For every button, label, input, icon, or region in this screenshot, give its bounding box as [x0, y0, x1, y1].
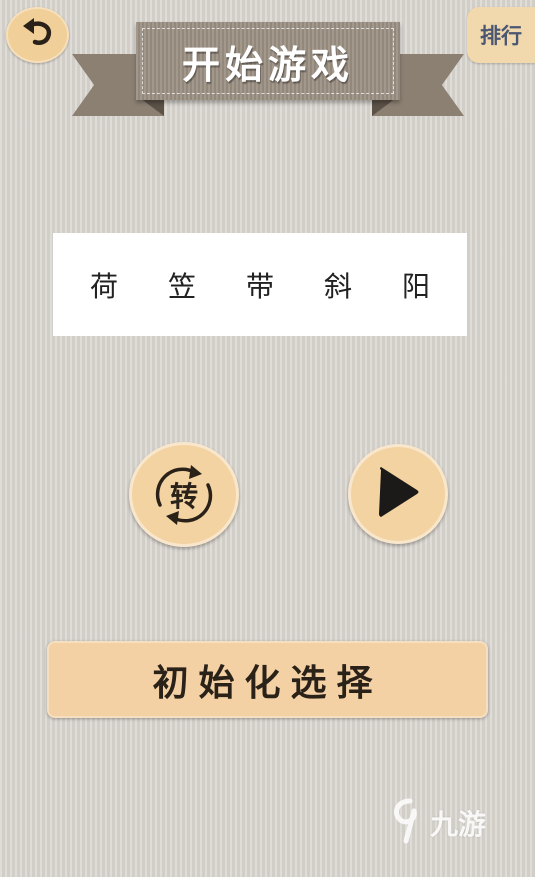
banner-plate: 开始游戏	[136, 22, 400, 100]
word-character[interactable]: 笠	[168, 265, 196, 305]
page-title: 开始游戏	[181, 42, 354, 87]
ranking-button[interactable]: 排行	[467, 7, 535, 63]
word-character[interactable]: 荷	[90, 265, 118, 305]
watermark-text: 九游	[430, 808, 487, 841]
back-arrow-icon	[20, 17, 56, 53]
watermark: 九游	[388, 796, 498, 850]
word-panel: 荷 笠 带 斜 阳	[53, 233, 467, 336]
back-button[interactable]	[6, 7, 69, 63]
title-banner: 开始游戏	[72, 18, 464, 120]
jiuyou-logo-icon	[388, 797, 428, 849]
play-triangle-icon	[375, 466, 421, 522]
play-button[interactable]	[348, 444, 448, 544]
init-selection-button[interactable]: 初始化选择	[47, 641, 488, 718]
init-selection-label: 初始化选择	[152, 662, 383, 704]
word-character[interactable]: 斜	[324, 265, 352, 305]
rotate-button[interactable]: 转	[129, 442, 239, 547]
word-character[interactable]: 带	[246, 265, 274, 305]
rotate-label: 转	[169, 479, 198, 513]
ranking-label: 排行	[480, 24, 522, 48]
word-character[interactable]: 阳	[402, 265, 430, 305]
